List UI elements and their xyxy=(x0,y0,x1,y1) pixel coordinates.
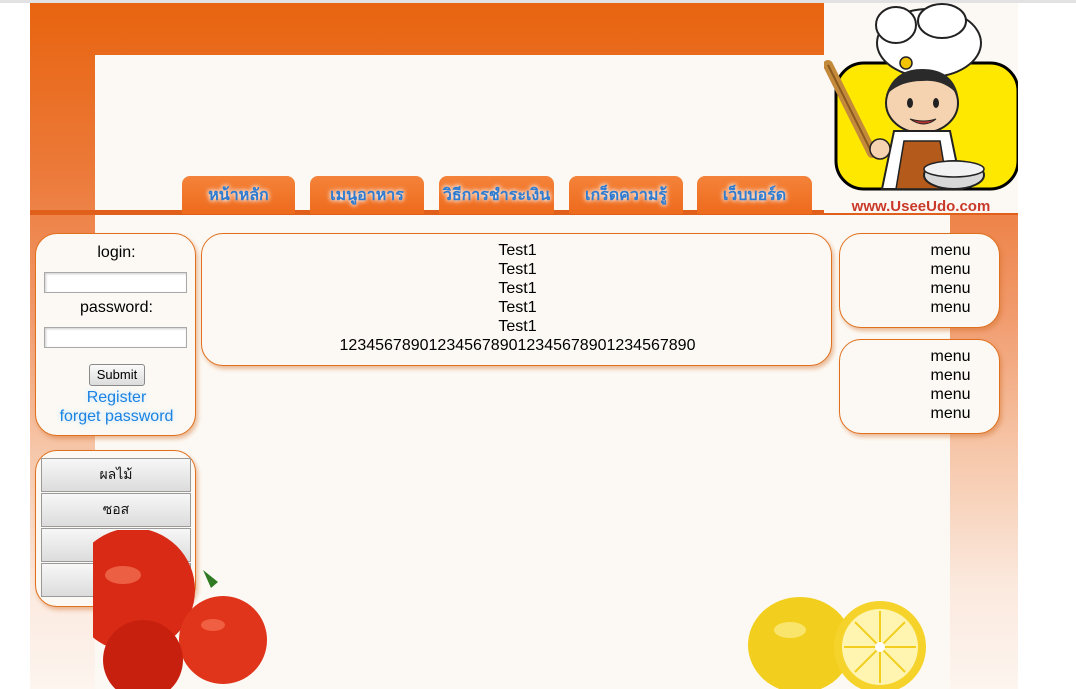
nav-tab-home[interactable]: หน้าหลัก xyxy=(182,176,295,214)
forget-password-link[interactable]: forget password xyxy=(36,408,197,426)
menu-box-2: menu menu menu menu xyxy=(839,339,1000,434)
login-input[interactable] xyxy=(44,272,187,293)
nav-tab-payment[interactable]: วิธีการชำระเงิน xyxy=(439,176,554,214)
password-label: password: xyxy=(80,299,153,316)
content-line: Test1 xyxy=(498,261,537,278)
category-button-sauce[interactable]: ซอส xyxy=(41,493,191,527)
tomato-image-icon xyxy=(93,530,273,689)
menu-link[interactable]: menu xyxy=(840,347,1001,366)
content-line: Test1 xyxy=(498,280,537,297)
login-label: login: xyxy=(97,244,136,261)
nav-tab-webboard[interactable]: เว็บบอร์ด xyxy=(697,176,812,214)
content-line: Test1 xyxy=(498,299,537,316)
submit-button[interactable]: Submit xyxy=(89,364,145,386)
site-logo[interactable]: www.UseeUdo.com xyxy=(824,3,1018,213)
content-line: Test1 xyxy=(498,318,537,335)
menu-link[interactable]: menu xyxy=(840,241,1001,260)
lemon-image-icon xyxy=(740,585,950,689)
content-line: 1234567890123456789012345678901234567890 xyxy=(339,337,696,354)
menu-box-1: menu menu menu menu xyxy=(839,233,1000,328)
nav-tab-knowledge[interactable]: เกร็ดความรู้ xyxy=(569,176,683,214)
menu-link[interactable]: menu xyxy=(840,279,1001,298)
login-panel: login: password: Submit Register forget … xyxy=(35,233,196,436)
menu-link[interactable]: menu xyxy=(840,298,1001,317)
nav-tab-food-menu[interactable]: เมนูอาหาร xyxy=(310,176,424,214)
register-link[interactable]: Register xyxy=(36,389,197,407)
logo-url-text: www.UseeUdo.com xyxy=(851,198,991,213)
chef-mascot-icon xyxy=(824,3,1018,191)
menu-link[interactable]: menu xyxy=(840,404,1001,423)
content-line: Test1 xyxy=(498,242,537,259)
menu-link[interactable]: menu xyxy=(840,385,1001,404)
category-button-fruit[interactable]: ผลไม้ xyxy=(41,458,191,492)
menu-link[interactable]: menu xyxy=(840,366,1001,385)
menu-link[interactable]: menu xyxy=(840,260,1001,279)
password-input[interactable] xyxy=(44,327,187,348)
main-content-box: Test1 Test1 Test1 Test1 Test1 1234567890… xyxy=(201,233,832,366)
